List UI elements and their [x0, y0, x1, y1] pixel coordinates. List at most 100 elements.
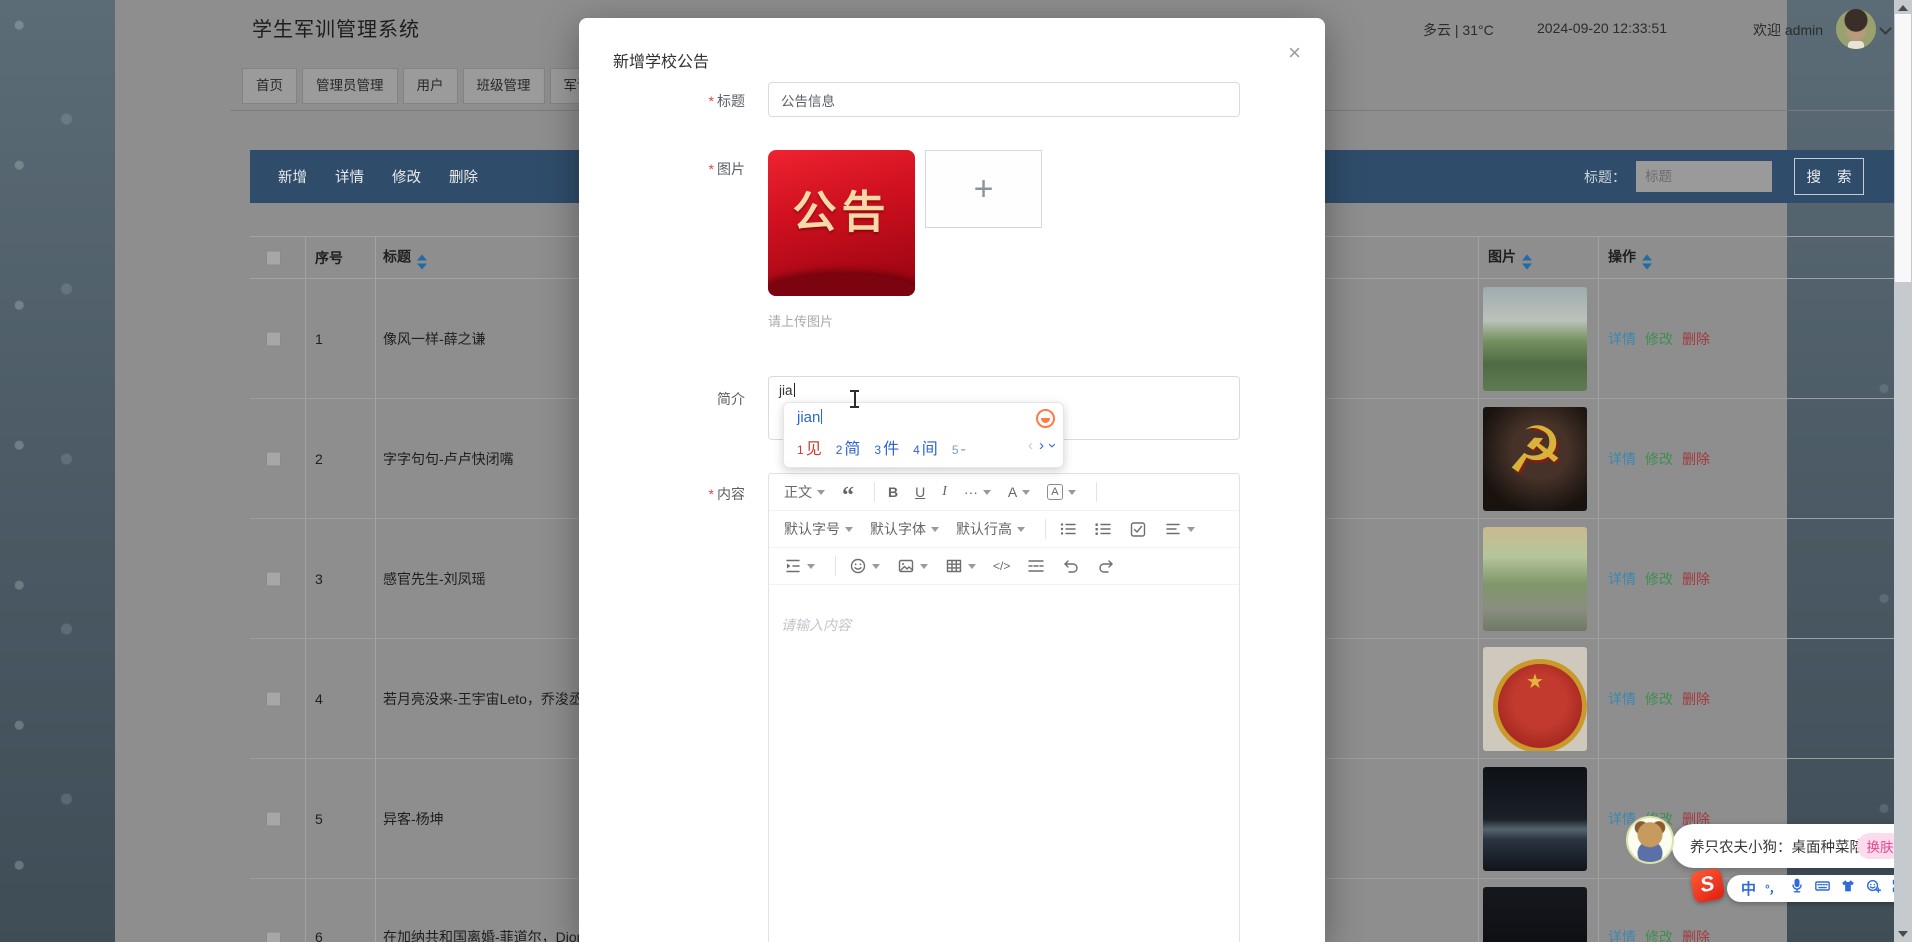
scroll-down-arrow[interactable]: [1898, 931, 1908, 937]
upload-button[interactable]: +: [925, 150, 1042, 228]
chevron-down-icon[interactable]: [1879, 22, 1892, 35]
row-image[interactable]: [1483, 407, 1587, 511]
welcome-text: 欢迎 admin: [1753, 20, 1823, 40]
row-checkbox[interactable]: [266, 571, 281, 586]
row-image[interactable]: [1483, 767, 1587, 871]
add-button[interactable]: 新增: [278, 166, 307, 187]
editor-content-area[interactable]: 请输入内容: [769, 585, 1239, 919]
title-input[interactable]: [768, 82, 1240, 117]
row-checkbox[interactable]: [266, 691, 281, 706]
ime-candidate[interactable]: 3件: [874, 435, 899, 459]
ime-emoji-icon[interactable]: [1036, 409, 1055, 428]
punctuation-toggle[interactable]: °，: [1765, 880, 1780, 897]
ime-toolbar: 中 °，: [1727, 875, 1912, 902]
sort-icon[interactable]: [1522, 254, 1532, 269]
ime-candidate[interactable]: 1见: [797, 435, 822, 459]
close-icon[interactable]: ×: [1288, 42, 1301, 64]
sogou-logo[interactable]: S: [1690, 868, 1726, 904]
row-image[interactable]: [1483, 527, 1587, 631]
ime-candidate[interactable]: 4间: [913, 435, 938, 459]
row-detail-link[interactable]: 详情: [1608, 929, 1636, 942]
row-checkbox[interactable]: [266, 331, 281, 346]
search-button[interactable]: 搜 索: [1794, 158, 1864, 195]
ime-candidate[interactable]: 2简: [836, 435, 861, 459]
ime-mode-toggle[interactable]: 中: [1741, 878, 1756, 899]
page-prev-icon[interactable]: ‹: [1028, 437, 1033, 454]
ordered-list-icon[interactable]: [1089, 518, 1117, 540]
italic-button[interactable]: I: [937, 482, 952, 502]
underline-button[interactable]: U: [910, 482, 930, 502]
quote-button[interactable]: “: [837, 481, 859, 503]
vertical-scrollbar[interactable]: [1894, 0, 1912, 942]
sort-icon[interactable]: [1642, 254, 1652, 269]
caret-down-icon: [817, 490, 825, 495]
redo-icon[interactable]: [1092, 555, 1120, 577]
mic-icon[interactable]: [1789, 878, 1805, 899]
edit-button[interactable]: 修改: [392, 166, 421, 187]
delete-button[interactable]: 删除: [449, 166, 478, 187]
search-input[interactable]: [1636, 161, 1772, 192]
row-delete-link[interactable]: 删除: [1682, 929, 1710, 942]
field-label-content: 内容: [625, 484, 745, 504]
row-edit-link[interactable]: 修改: [1645, 691, 1673, 707]
desktop-pet-avatar[interactable]: [1626, 816, 1674, 864]
row-image[interactable]: [1483, 887, 1587, 942]
ime-candidate[interactable]: 5-: [952, 441, 966, 459]
scrollbar-thumb[interactable]: [1895, 14, 1911, 282]
line-height-button[interactable]: 默认行高: [951, 517, 1030, 541]
uploaded-image[interactable]: 公告: [768, 150, 915, 296]
row-image[interactable]: [1483, 287, 1587, 391]
row-delete-link[interactable]: 删除: [1682, 331, 1710, 347]
search-group: 标题： 搜 索: [1584, 158, 1864, 195]
row-detail-link[interactable]: 详情: [1608, 331, 1636, 347]
detail-button[interactable]: 详情: [335, 166, 364, 187]
todo-list-icon[interactable]: [1124, 518, 1152, 540]
row-edit-link[interactable]: 修改: [1645, 929, 1673, 942]
row-checkbox[interactable]: [266, 811, 281, 826]
font-color-button[interactable]: A: [1003, 482, 1035, 502]
row-delete-link[interactable]: 删除: [1682, 451, 1710, 467]
image-icon[interactable]: [892, 555, 933, 577]
editor-toolbar-row1: 正文 “ B U I ··· A A: [769, 474, 1239, 511]
more-styles-button[interactable]: ···: [959, 482, 996, 502]
sort-icon[interactable]: [417, 254, 427, 269]
tab-class-mgmt[interactable]: 班级管理: [463, 68, 545, 104]
font-size-button[interactable]: 默认字号: [779, 517, 858, 541]
keyboard-icon[interactable]: [1814, 878, 1831, 899]
undo-icon[interactable]: [1057, 555, 1085, 577]
table-icon[interactable]: [940, 555, 981, 577]
separator: [874, 482, 875, 502]
tab-users[interactable]: 用户: [403, 68, 458, 104]
row-edit-link[interactable]: 修改: [1645, 571, 1673, 587]
row-checkbox[interactable]: [266, 451, 281, 466]
row-detail-link[interactable]: 详情: [1608, 691, 1636, 707]
ime-candidate-popup: jian 1见 2简 3件 4间 5- ‹ › ›: [783, 402, 1064, 468]
align-icon[interactable]: [1159, 518, 1200, 540]
emoji-plus-icon[interactable]: [1865, 878, 1882, 899]
row-edit-link[interactable]: 修改: [1645, 331, 1673, 347]
paragraph-style-button[interactable]: 正文: [779, 480, 830, 504]
divider-icon[interactable]: [1022, 555, 1050, 577]
tab-home[interactable]: 首页: [242, 68, 297, 104]
row-checkbox[interactable]: [266, 931, 281, 942]
row-image[interactable]: [1483, 647, 1587, 751]
bg-color-button[interactable]: A: [1042, 482, 1080, 502]
row-edit-link[interactable]: 修改: [1645, 451, 1673, 467]
header-action: 操作: [1608, 248, 1636, 264]
bullet-list-icon[interactable]: [1054, 518, 1082, 540]
select-all-checkbox[interactable]: [266, 251, 281, 266]
row-delete-link[interactable]: 删除: [1682, 691, 1710, 707]
scroll-up-arrow[interactable]: [1898, 5, 1908, 11]
bold-button[interactable]: B: [883, 482, 903, 502]
row-detail-link[interactable]: 详情: [1608, 571, 1636, 587]
font-family-button[interactable]: 默认字体: [865, 517, 944, 541]
code-button[interactable]: </>: [988, 557, 1015, 575]
row-detail-link[interactable]: 详情: [1608, 451, 1636, 467]
emoji-icon[interactable]: [844, 555, 885, 577]
tab-admin-mgmt[interactable]: 管理员管理: [302, 68, 398, 104]
avatar[interactable]: [1836, 9, 1876, 49]
expand-icon[interactable]: ›: [1044, 443, 1061, 448]
skin-icon[interactable]: [1840, 878, 1856, 899]
indent-icon[interactable]: [779, 555, 820, 577]
row-delete-link[interactable]: 删除: [1682, 571, 1710, 587]
